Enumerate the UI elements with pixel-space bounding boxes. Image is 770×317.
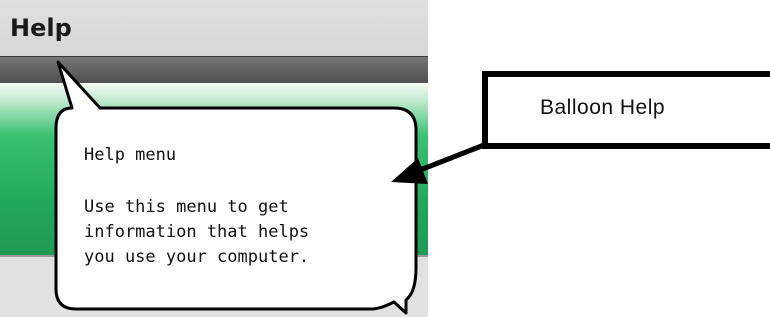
callout-arrow-icon [391,142,487,184]
callout-arrow-head [391,158,428,184]
screenshot-stage: Help Help menu Use this menu to get info… [0,0,770,317]
